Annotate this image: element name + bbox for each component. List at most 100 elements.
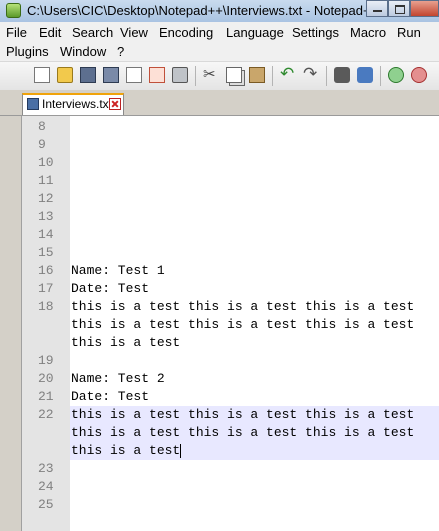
editor-line[interactable]: 22 this is a test this is a test this is … (22, 406, 439, 424)
line-number (22, 316, 70, 334)
menu-view[interactable]: View (120, 25, 148, 40)
line-number: 14 (22, 226, 70, 244)
zoom-in-icon[interactable] (388, 67, 404, 83)
editor-line[interactable]: 21 Date: Test (22, 388, 439, 406)
line-number: 15 (22, 244, 70, 262)
line-number (22, 334, 70, 352)
editor-line[interactable]: this is a test (22, 334, 439, 352)
save-all-icon[interactable] (103, 67, 119, 83)
cut-icon[interactable] (203, 65, 219, 83)
toolbar-separator (272, 66, 273, 86)
saved-file-icon (27, 98, 39, 110)
editor-line[interactable]: this is a test this is a test this is a … (22, 424, 439, 442)
replace-icon[interactable] (357, 67, 373, 83)
editor-line[interactable]: 12 (22, 190, 439, 208)
editor-line[interactable]: 19 (22, 352, 439, 370)
toolbar-separator (195, 66, 196, 86)
print-icon[interactable] (172, 67, 188, 83)
menu-help[interactable]: ? (117, 44, 124, 59)
new-file-icon[interactable] (34, 67, 50, 83)
menu-run[interactable]: Run (397, 25, 421, 40)
find-icon[interactable] (334, 67, 350, 83)
line-text: this is a test this is a test this is a … (71, 299, 415, 314)
line-number: 23 (22, 460, 70, 478)
fold-margin (0, 116, 22, 531)
save-icon[interactable] (80, 67, 96, 83)
close-window-button[interactable] (410, 0, 439, 17)
redo-icon[interactable] (303, 64, 319, 84)
line-number: 19 (22, 352, 70, 370)
tab-label: Interviews.txt (42, 97, 113, 111)
menu-encoding[interactable]: Encoding (159, 25, 213, 40)
zoom-out-icon[interactable] (411, 67, 427, 83)
line-number (22, 442, 70, 460)
line-number: 11 (22, 172, 70, 190)
paste-icon[interactable] (249, 67, 265, 83)
line-number: 20 (22, 370, 70, 388)
maximize-button[interactable] (388, 0, 410, 17)
line-number: 10 (22, 154, 70, 172)
editor-line[interactable]: this is a test (22, 442, 439, 460)
minimize-button[interactable] (366, 0, 388, 17)
line-text: this is a test this is a test this is a … (71, 317, 415, 332)
line-number: 18 (22, 298, 70, 316)
line-number: 12 (22, 190, 70, 208)
document-tab-bar: Interviews.txt (0, 90, 439, 116)
editor-line[interactable]: 16 Name: Test 1 (22, 262, 439, 280)
text-caret (180, 444, 182, 458)
editor-line[interactable]: 20 Name: Test 2 (22, 370, 439, 388)
menu-edit[interactable]: Edit (39, 25, 61, 40)
line-text: Name: Test 2 (71, 371, 165, 386)
editor-line[interactable]: 18 this is a test this is a test this is … (22, 298, 439, 316)
notepad-plus-plus-app-icon[interactable] (6, 3, 21, 18)
undo-icon[interactable] (280, 64, 296, 84)
line-text: this is a test (71, 443, 181, 458)
editor-line[interactable]: 24 (22, 478, 439, 496)
menu-window[interactable]: Window (60, 44, 106, 59)
editor-line[interactable]: 17 Date: Test (22, 280, 439, 298)
line-number: 17 (22, 280, 70, 298)
close-all-icon[interactable] (149, 67, 165, 83)
menu-bar: File Edit Search View Encoding Language … (0, 22, 439, 61)
text-editor[interactable]: 8 9 10 11 12 13 14 15 16 Name: Test 1 17 Date: Test… (0, 116, 439, 531)
editor-line[interactable]: 13 (22, 208, 439, 226)
menu-plugins[interactable]: Plugins (6, 44, 49, 59)
open-file-icon[interactable] (57, 67, 73, 83)
editor-line[interactable]: 14 (22, 226, 439, 244)
line-text: Date: Test (71, 389, 150, 404)
editor-line[interactable]: 11 (22, 172, 439, 190)
title-bar[interactable]: C:\Users\CIC\Desktop\Notepad++\Interview… (0, 0, 439, 23)
toolbar-separator (380, 66, 381, 86)
editor-line[interactable]: 23 (22, 460, 439, 478)
toolbar-separator (326, 66, 327, 86)
line-number: 9 (22, 136, 70, 154)
line-number: 22 (22, 406, 70, 424)
line-text: this is a test (71, 335, 181, 350)
menu-search[interactable]: Search (72, 25, 113, 40)
copy-icon[interactable] (226, 67, 242, 83)
line-text: Date: Test (71, 281, 150, 296)
editor-line[interactable]: this is a test this is a test this is a … (22, 316, 439, 334)
menu-row-2: Plugins Window ? (0, 41, 439, 60)
editor-line[interactable]: 15 (22, 244, 439, 262)
line-number: 21 (22, 388, 70, 406)
menu-row-1: File Edit Search View Encoding Language … (0, 22, 439, 41)
editor-line[interactable]: 10 (22, 154, 439, 172)
line-number: 24 (22, 478, 70, 496)
line-number (22, 424, 70, 442)
line-text: this is a test this is a test this is a … (71, 425, 415, 440)
tab-interviews-txt[interactable]: Interviews.txt (22, 93, 124, 115)
editor-line[interactable]: 25 (22, 496, 439, 514)
tab-close-icon[interactable] (109, 98, 121, 110)
line-number: 25 (22, 496, 70, 514)
editor-line[interactable]: 8 (22, 118, 439, 136)
menu-file[interactable]: File (6, 25, 27, 40)
menu-language[interactable]: Language (226, 25, 284, 40)
window-controls (366, 0, 439, 18)
menu-settings[interactable]: Settings (292, 25, 339, 40)
editor-line[interactable]: 9 (22, 136, 439, 154)
close-icon[interactable] (126, 67, 142, 83)
line-number: 13 (22, 208, 70, 226)
menu-macro[interactable]: Macro (350, 25, 386, 40)
window-title: C:\Users\CIC\Desktop\Notepad++\Interview… (27, 3, 367, 18)
